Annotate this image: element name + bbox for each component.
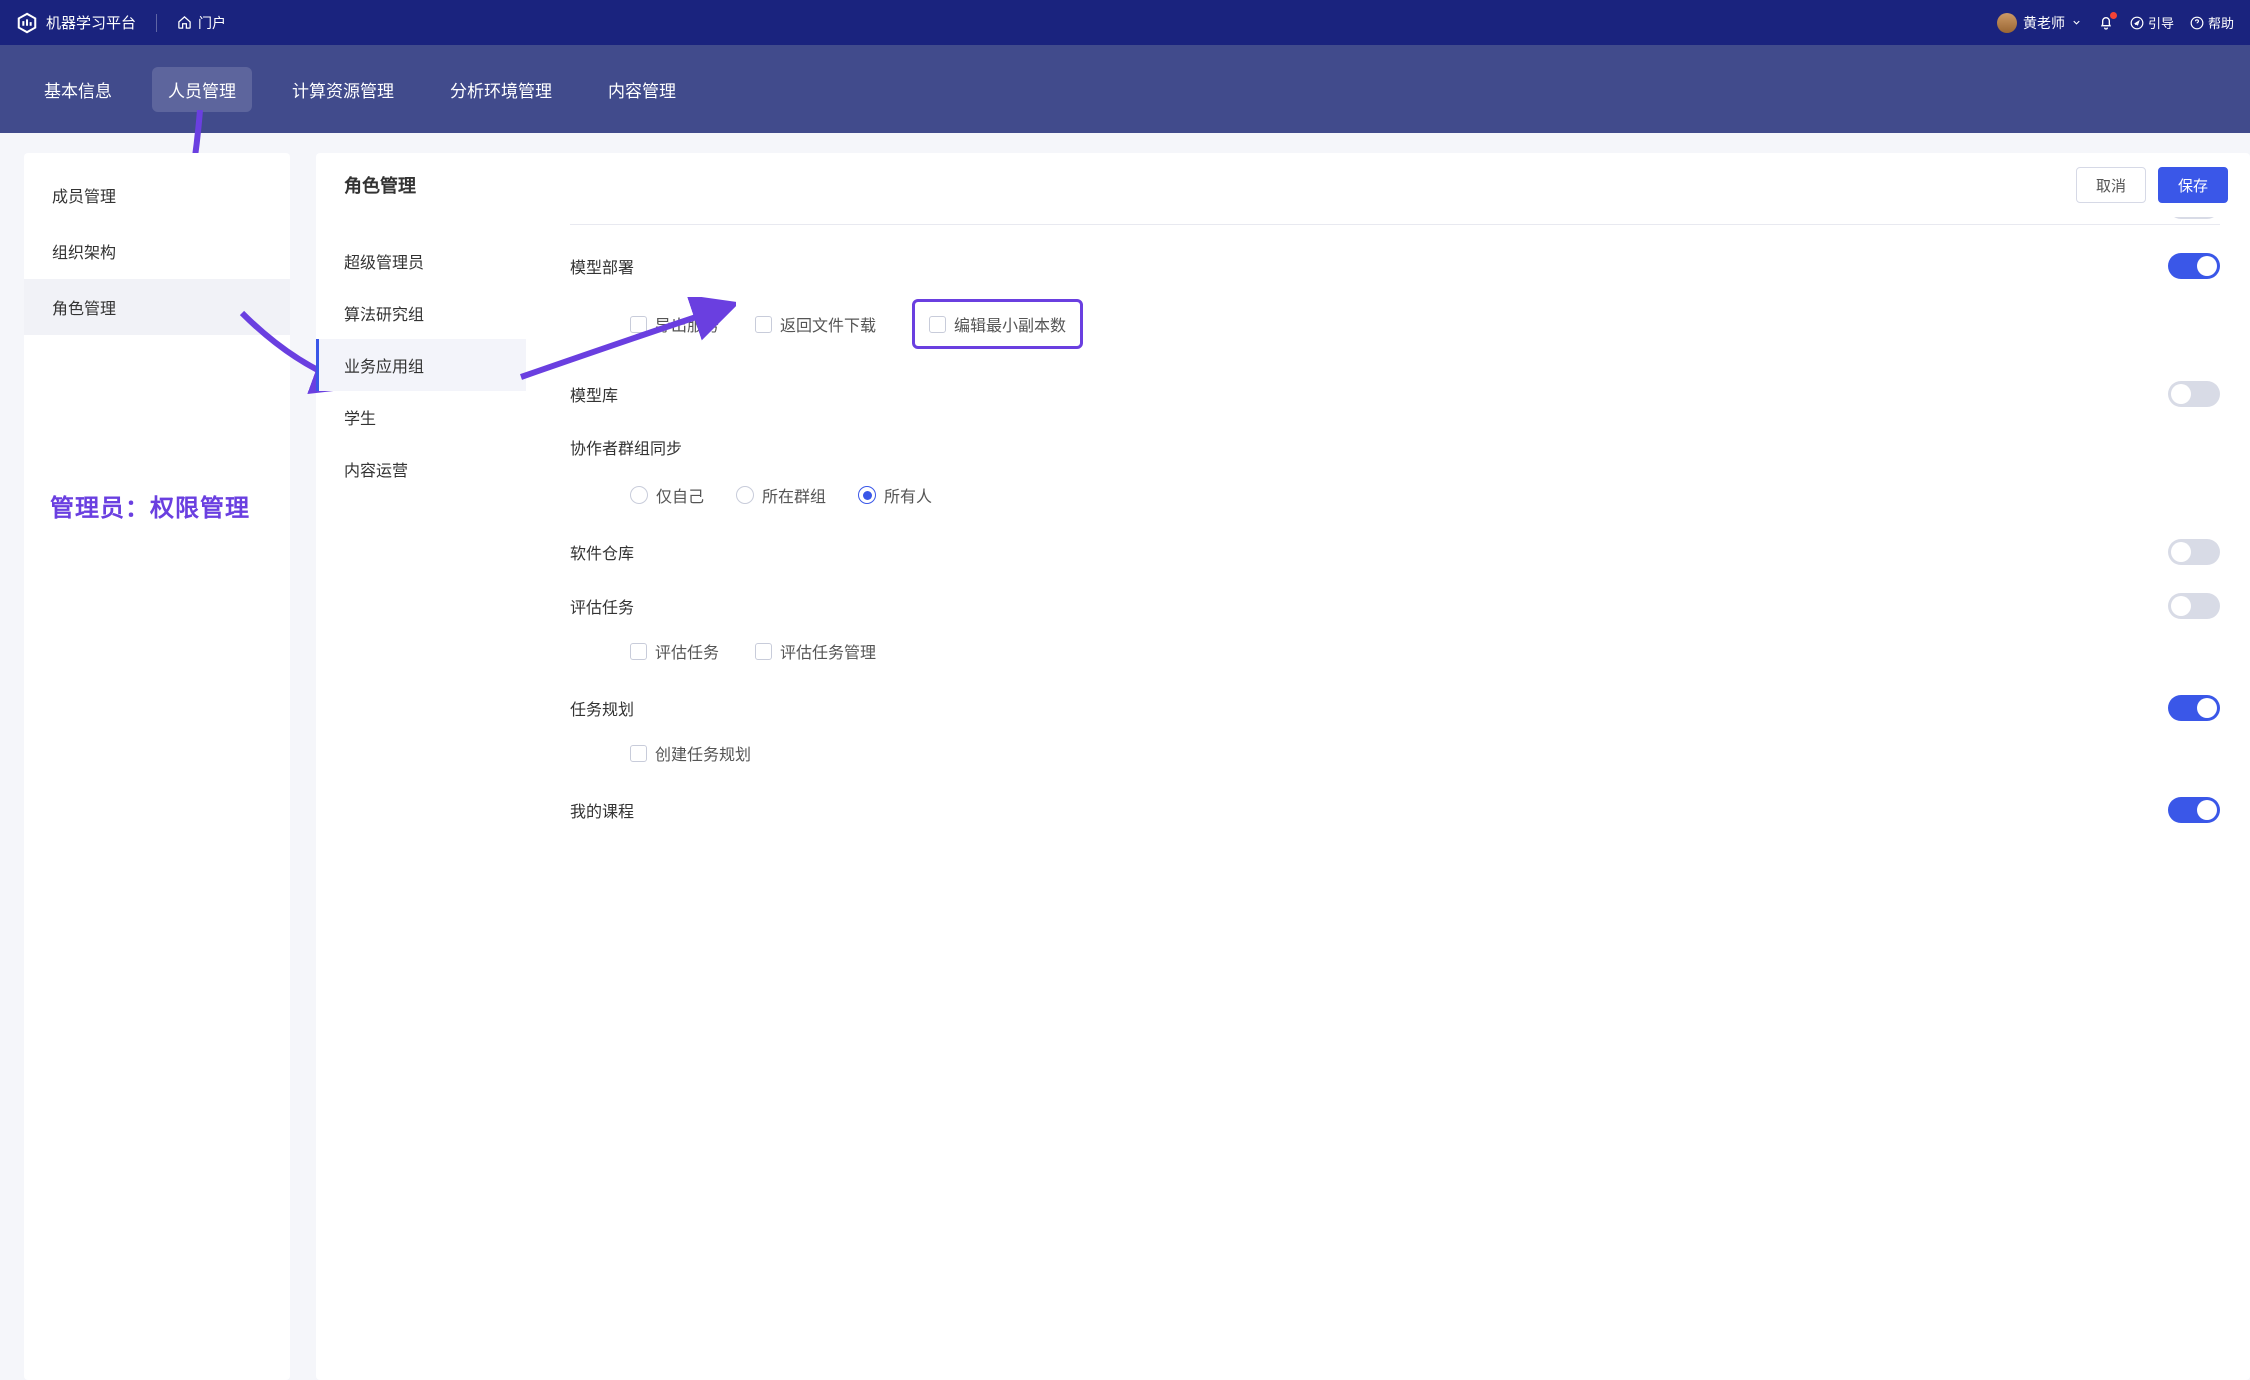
- portal-link[interactable]: 门户: [177, 13, 226, 33]
- cb-create-task-plan[interactable]: 创建任务规划: [630, 741, 751, 765]
- compass-icon: [2130, 16, 2144, 30]
- sidebar-item-roles[interactable]: 角色管理: [24, 279, 290, 335]
- topbar: 机器学习平台 门户 黄老师 引导: [0, 0, 2250, 45]
- page-title: 角色管理: [344, 172, 416, 198]
- radio-icon: [736, 486, 754, 504]
- role-student[interactable]: 学生: [316, 391, 526, 443]
- notifications-button[interactable]: [2098, 15, 2114, 31]
- sidebar-item-org[interactable]: 组织架构: [24, 223, 290, 279]
- cb-eval-task-mgmt[interactable]: 评估任务管理: [755, 639, 876, 663]
- role-biz-app[interactable]: 业务应用组: [316, 339, 526, 391]
- toggle-eval-task[interactable]: [2168, 593, 2220, 619]
- perm-collab-sync-label: 协作者群组同步: [570, 435, 682, 459]
- main-panel: 角色管理 取消 保存 超级管理员 算法研究组 业务应用组 学生 内容运营: [316, 153, 2250, 1380]
- tab-basic-info[interactable]: 基本信息: [28, 67, 128, 112]
- tab-env-mgmt[interactable]: 分析环境管理: [434, 67, 568, 112]
- perm-software-repo-label: 软件仓库: [570, 540, 634, 564]
- perm-model-lib-label: 模型库: [570, 382, 618, 406]
- cancel-button[interactable]: 取消: [2076, 167, 2146, 203]
- perm-eval-task-label: 评估任务: [570, 594, 634, 618]
- perm-model-deploy-label: 模型部署: [570, 254, 634, 278]
- portal-label: 门户: [198, 13, 226, 33]
- checkbox-icon: [929, 316, 946, 333]
- topbar-divider: [156, 14, 157, 32]
- user-menu[interactable]: 黄老师: [1997, 13, 2082, 33]
- tab-personnel-mgmt[interactable]: 人员管理: [152, 67, 252, 112]
- radio-self-only[interactable]: 仅自己: [630, 483, 704, 507]
- toggle-model-lib[interactable]: [2168, 381, 2220, 407]
- brand-icon: [16, 12, 38, 34]
- radio-icon: [858, 486, 876, 504]
- home-icon: [177, 15, 192, 30]
- permission-panel: 模型部署 导出服务 返回文件下载 编辑最小副本数: [526, 217, 2250, 1380]
- toggle-truncated-prev[interactable]: [2168, 217, 2220, 219]
- radio-my-group[interactable]: 所在群组: [736, 483, 826, 507]
- checkbox-icon: [630, 316, 647, 333]
- perm-task-plan-label: 任务规划: [570, 696, 634, 720]
- annotation-highlight: 编辑最小副本数: [912, 299, 1083, 349]
- cb-eval-task[interactable]: 评估任务: [630, 639, 719, 663]
- checkbox-icon: [755, 643, 772, 660]
- cb-edit-min-replicas[interactable]: 编辑最小副本数: [929, 312, 1066, 336]
- role-list: 超级管理员 算法研究组 业务应用组 学生 内容运营: [316, 217, 526, 1380]
- user-name: 黄老师: [2023, 13, 2065, 33]
- avatar: [1997, 13, 2017, 33]
- tab-compute-res[interactable]: 计算资源管理: [276, 67, 410, 112]
- toggle-my-course[interactable]: [2168, 797, 2220, 823]
- role-algo-research[interactable]: 算法研究组: [316, 287, 526, 339]
- toggle-model-deploy[interactable]: [2168, 253, 2220, 279]
- toggle-software-repo[interactable]: [2168, 539, 2220, 565]
- checkbox-icon: [630, 643, 647, 660]
- save-button[interactable]: 保存: [2158, 167, 2228, 203]
- role-super-admin[interactable]: 超级管理员: [316, 235, 526, 287]
- annotation-label: 管理员：权限管理: [50, 488, 250, 523]
- checkbox-icon: [755, 316, 772, 333]
- chevron-down-icon: [2071, 17, 2082, 28]
- checkbox-icon: [630, 745, 647, 762]
- brand: 机器学习平台: [16, 12, 136, 34]
- radio-everyone[interactable]: 所有人: [858, 483, 932, 507]
- cb-return-file-dl[interactable]: 返回文件下载: [755, 299, 876, 349]
- toggle-task-plan[interactable]: [2168, 695, 2220, 721]
- question-icon: [2190, 16, 2204, 30]
- sidebar-item-members[interactable]: 成员管理: [24, 167, 290, 223]
- perm-my-course-label: 我的课程: [570, 798, 634, 822]
- sidebar: 成员管理 组织架构 角色管理 管理员：权限管理: [24, 153, 290, 1380]
- subnav: 基本信息 人员管理 计算资源管理 分析环境管理 内容管理: [0, 45, 2250, 133]
- role-content-ops[interactable]: 内容运营: [316, 443, 526, 495]
- brand-title: 机器学习平台: [46, 12, 136, 33]
- radio-icon: [630, 486, 648, 504]
- guide-label: 引导: [2148, 13, 2174, 32]
- help-link[interactable]: 帮助: [2190, 13, 2234, 32]
- guide-link[interactable]: 引导: [2130, 13, 2174, 32]
- help-label: 帮助: [2208, 13, 2234, 32]
- notification-dot: [2110, 12, 2117, 19]
- cb-export-service[interactable]: 导出服务: [630, 299, 719, 349]
- tab-content-mgmt[interactable]: 内容管理: [592, 67, 692, 112]
